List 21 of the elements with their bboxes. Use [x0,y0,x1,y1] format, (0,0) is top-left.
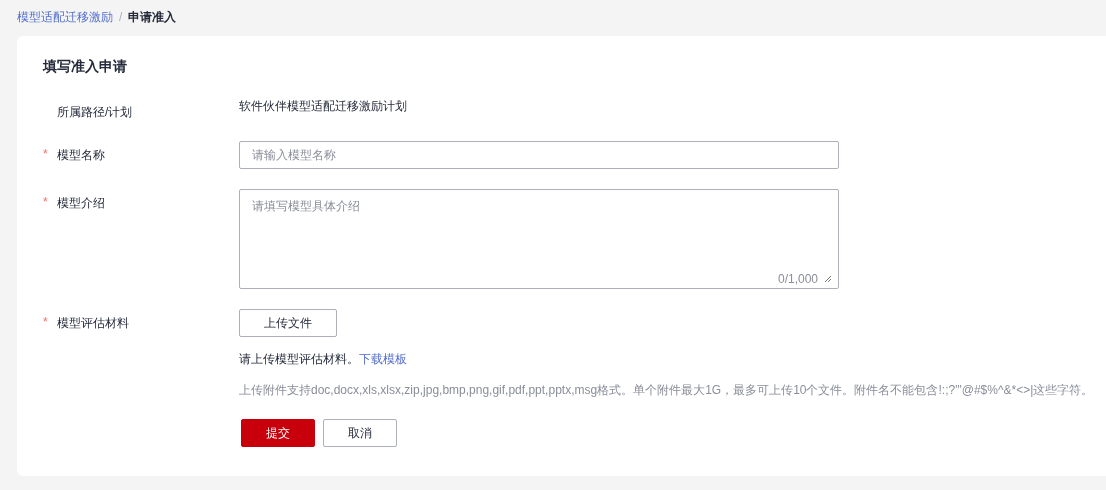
field-label: 模型介绍 [57,195,105,212]
character-counter: 0/1,000 [777,272,818,286]
breadcrumb-current-page: 申请准入 [128,8,177,26]
field-label: 模型评估材料 [57,315,129,332]
upload-note: 上传附件支持doc,docx,xls,xlsx,zip,jpg,bmp,png,gif,pdf,ppt,pptx,msg格式。单个附件最大1G，最多可上传10个文件。附件名不能包含!:;?"'@#$%^&*<>|这些字符。 [239,382,1095,399]
resize-handle-icon[interactable] [824,275,832,283]
field-label: 所属路径/计划 [57,104,133,121]
upload-file-button[interactable]: 上传文件 [239,309,337,337]
upload-hint: 请上传模型评估材料。 [239,352,359,366]
required-mark: * [43,195,49,209]
required-mark: * [43,315,49,329]
breadcrumb-separator: / [119,10,123,24]
download-template-link[interactable]: 下载模板 [359,352,407,366]
breadcrumb-link[interactable]: 模型适配迁移激励 [17,8,113,26]
cancel-button[interactable]: 取消 [323,419,397,447]
model-name-input[interactable]: 请输入模型名称 [239,141,839,169]
required-mark: * [43,147,49,161]
field-label: 模型名称 [57,147,105,164]
submit-button[interactable]: 提交 [241,419,315,447]
field-value: 软件伙伴模型适配迁移激励计划 [239,98,407,115]
form-title: 填写准入申请 [43,58,128,76]
